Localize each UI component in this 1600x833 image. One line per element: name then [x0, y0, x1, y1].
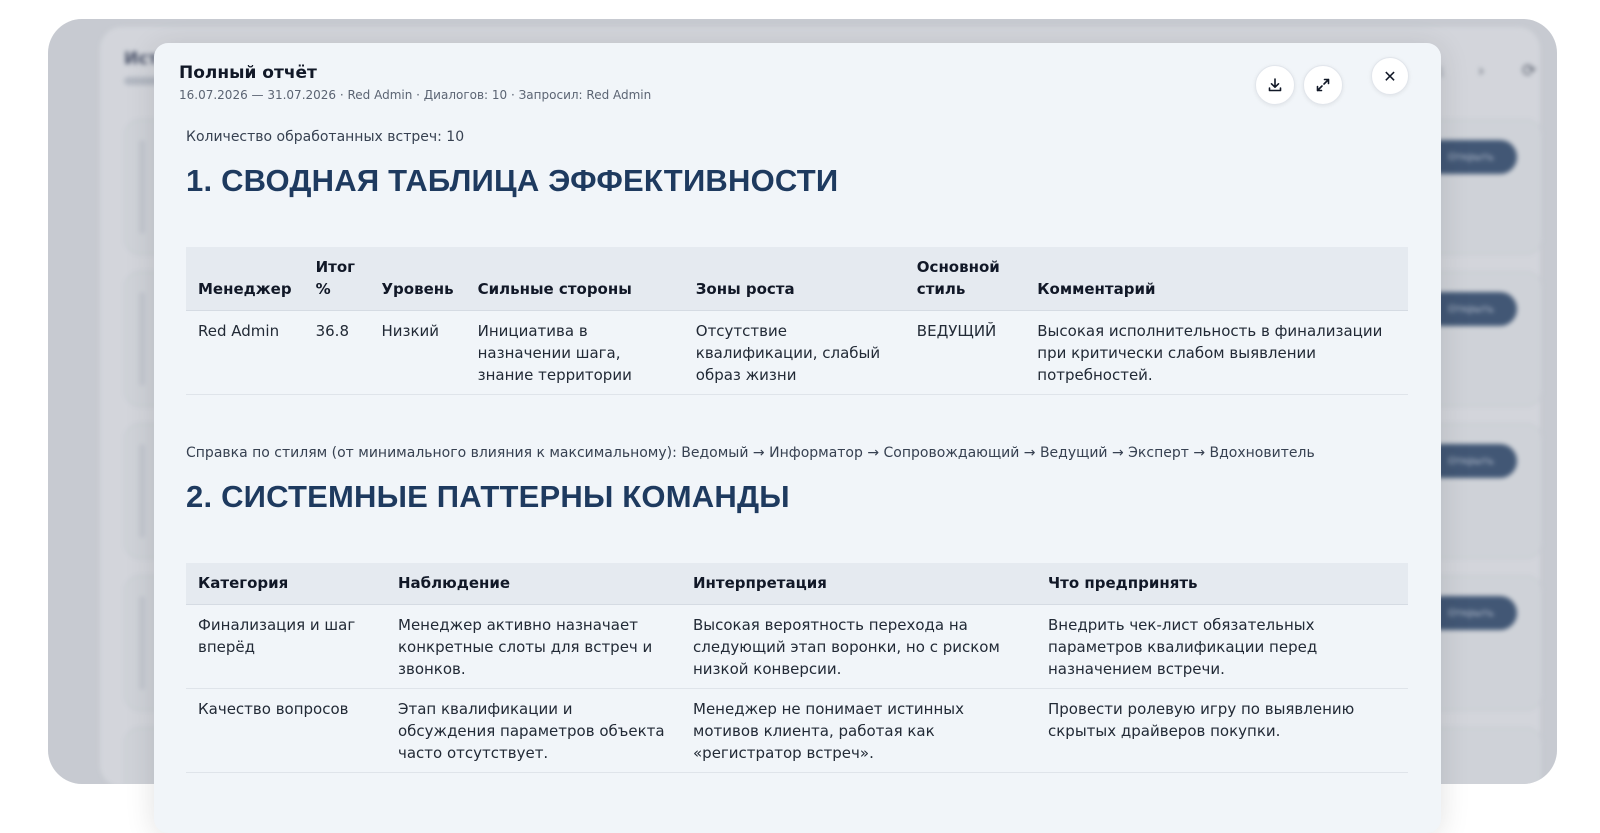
table-cell: Низкий	[369, 310, 466, 395]
close-icon: ✕	[1383, 66, 1397, 86]
expand-button[interactable]	[1303, 65, 1343, 105]
download-icon	[1268, 78, 1282, 92]
column-header: Наблюдение	[386, 563, 681, 605]
column-header: Сильные стороны	[465, 247, 684, 311]
report-modal: Полный отчёт 16.07.2026 — 31.07.2026 · R…	[154, 43, 1441, 833]
column-header: Итог %	[303, 247, 370, 311]
modal-title: Полный отчёт	[179, 63, 317, 83]
column-header: Интерпретация	[681, 563, 1036, 605]
table-cell: Внедрить чек-лист обязательных параметро…	[1036, 604, 1408, 689]
table-row: Финализация и шаг вперёд Менеджер активн…	[186, 604, 1408, 689]
expand-icon	[1316, 78, 1330, 92]
table-row: Качество вопросов Этап квалификации и об…	[186, 688, 1408, 773]
table-cell: ВЕДУЩИЙ	[904, 310, 1026, 395]
table-cell: Менеджер не понимает истинных мотивов кл…	[681, 688, 1036, 773]
table-header-row: Категория Наблюдение Интерпретация Что п…	[186, 563, 1408, 605]
column-header: Что предпринять	[1036, 563, 1408, 605]
section-heading-efficiency: 1. СВОДНАЯ ТАБЛИЦА ЭФФЕКТИВНОСТИ	[186, 163, 839, 198]
styles-reference-note: Справка по стилям (от минимального влиян…	[186, 445, 1315, 461]
column-header: Категория	[186, 563, 386, 605]
close-button[interactable]: ✕	[1371, 57, 1409, 95]
report-body: Количество обработанных встреч: 10 1. СВ…	[186, 127, 1408, 773]
table-row: Red Admin 36.8 Низкий Инициатива в назна…	[186, 310, 1408, 395]
table-cell: Провести ролевую игру по выявлению скрыт…	[1036, 688, 1408, 773]
table-cell: 36.8	[303, 310, 370, 395]
table-cell: Менеджер активно назначает конкретные сл…	[386, 604, 681, 689]
table-cell: Качество вопросов	[186, 688, 386, 773]
table-cell: Отсутствие квалификации, слабый образ жи…	[683, 310, 905, 395]
column-header: Уровень	[369, 247, 466, 311]
table-cell: Финализация и шаг вперёд	[186, 604, 386, 689]
table-header-row: Менеджер Итог % Уровень Сильные стороны …	[186, 247, 1408, 311]
download-button[interactable]	[1255, 65, 1295, 105]
table-cell: Высокая исполнительность в финализации п…	[1025, 310, 1408, 395]
table-cell: Инициатива в назначении шага, знание тер…	[465, 310, 684, 395]
column-header: Зоны роста	[683, 247, 905, 311]
table-cell: Этап квалификации и обсуждения параметро…	[386, 688, 681, 773]
meetings-count: Количество обработанных встреч: 10	[186, 129, 465, 145]
patterns-table: Категория Наблюдение Интерпретация Что п…	[186, 563, 1408, 773]
section-heading-patterns: 2. СИСТЕМНЫЕ ПАТТЕРНЫ КОМАНДЫ	[186, 479, 790, 514]
modal-meta: 16.07.2026 — 31.07.2026 · Red Admin · Ди…	[179, 88, 652, 102]
column-header: Комментарий	[1025, 247, 1408, 311]
table-cell: Red Admin	[186, 310, 304, 395]
column-header: Менеджер	[186, 247, 304, 311]
efficiency-table: Менеджер Итог % Уровень Сильные стороны …	[186, 247, 1408, 395]
table-cell: Высокая вероятность перехода на следующи…	[681, 604, 1036, 689]
column-header: Основной стиль	[904, 247, 1026, 311]
